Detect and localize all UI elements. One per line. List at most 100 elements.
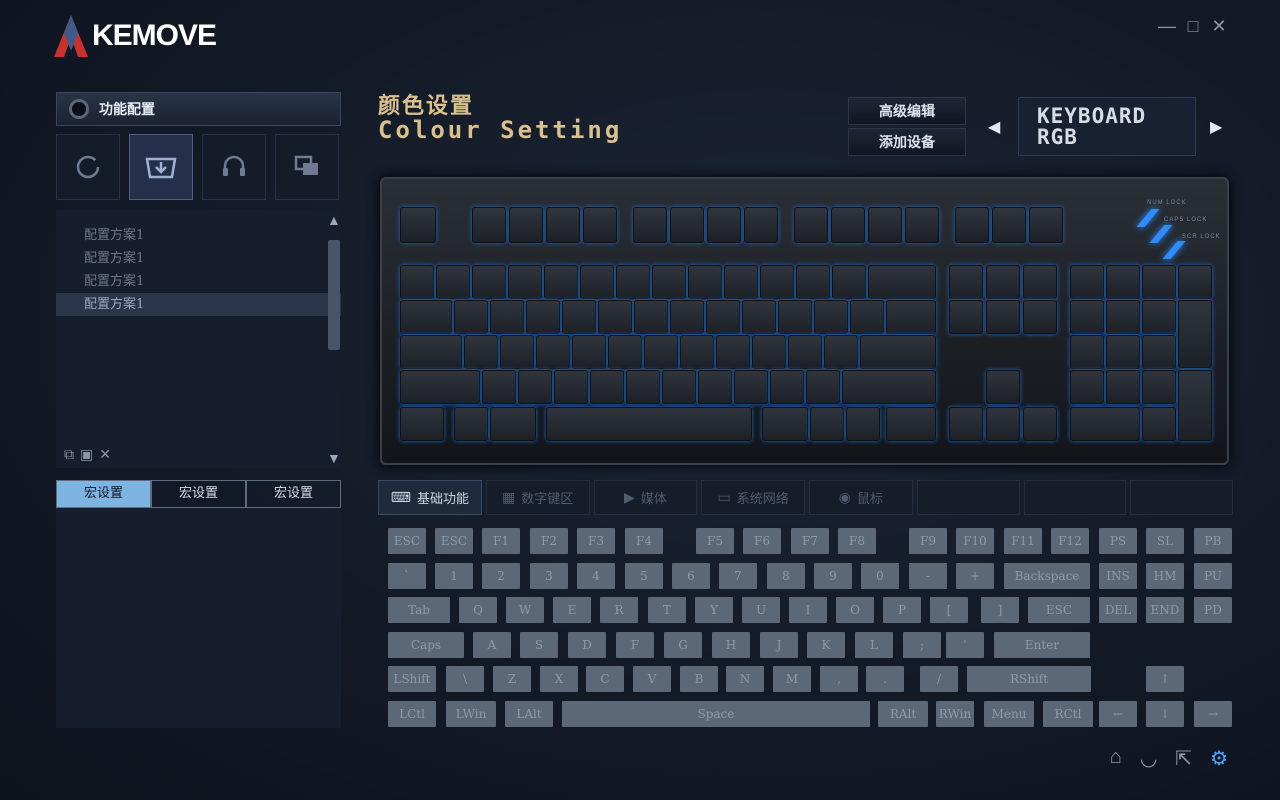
- vkey[interactable]: \: [446, 666, 484, 692]
- device-prev-icon[interactable]: ◀: [988, 117, 1000, 137]
- profile-item[interactable]: 配置方案1: [56, 270, 341, 293]
- vkey[interactable]: -: [909, 563, 947, 589]
- macro-tab-3[interactable]: 宏设置: [246, 480, 341, 508]
- vkey[interactable]: 0: [861, 563, 899, 589]
- vkey[interactable]: P: [883, 597, 921, 623]
- vkey[interactable]: X: [540, 666, 578, 692]
- profile-item[interactable]: 配置方案1: [56, 224, 341, 247]
- external-link-icon[interactable]: ⇱: [1175, 746, 1192, 771]
- vkey[interactable]: O: [836, 597, 874, 623]
- vkey[interactable]: 5: [625, 563, 663, 589]
- vkey[interactable]: M: [773, 666, 811, 692]
- vkey[interactable]: RCtl: [1043, 701, 1093, 727]
- vkey[interactable]: `: [388, 563, 426, 589]
- vkey[interactable]: ↑: [1146, 666, 1184, 692]
- vkey[interactable]: W: [506, 597, 544, 623]
- vkey[interactable]: [: [930, 597, 968, 623]
- vkey[interactable]: ESC: [388, 528, 426, 554]
- home-icon[interactable]: ⌂: [1110, 746, 1122, 771]
- vkey[interactable]: SL: [1146, 528, 1184, 554]
- save-icon[interactable]: ▣: [80, 446, 93, 463]
- vkey[interactable]: D: [568, 632, 606, 658]
- vkey[interactable]: PS: [1099, 528, 1137, 554]
- vkey[interactable]: F12: [1051, 528, 1089, 554]
- import-icon[interactable]: ⧉: [64, 446, 74, 463]
- gear-icon[interactable]: ⚙: [1210, 746, 1228, 771]
- vkey[interactable]: ←: [1099, 701, 1137, 727]
- tab-system[interactable]: ▭ 系统网络: [701, 480, 805, 515]
- vkey[interactable]: LAlt: [505, 701, 553, 727]
- vkey[interactable]: 4: [577, 563, 615, 589]
- tab-numpad[interactable]: ▦ 数字键区: [485, 480, 590, 515]
- vkey[interactable]: +: [956, 563, 994, 589]
- vkey[interactable]: LCtl: [388, 701, 436, 727]
- mode-button-multiwindow[interactable]: [275, 134, 339, 200]
- vkey[interactable]: K: [807, 632, 845, 658]
- vkey[interactable]: F: [616, 632, 654, 658]
- vkey[interactable]: G: [664, 632, 702, 658]
- vkey[interactable]: A: [473, 632, 511, 658]
- vkey[interactable]: Caps: [388, 632, 464, 658]
- vkey[interactable]: F8: [838, 528, 876, 554]
- vkey[interactable]: Menu: [984, 701, 1034, 727]
- delete-icon[interactable]: ✕: [99, 446, 111, 463]
- minimize-icon[interactable]: —: [1158, 16, 1176, 37]
- vkey[interactable]: DEL: [1099, 597, 1137, 623]
- vkey[interactable]: F7: [791, 528, 829, 554]
- vkey[interactable]: Z: [493, 666, 531, 692]
- vkey[interactable]: N: [726, 666, 764, 692]
- vkey[interactable]: Enter: [994, 632, 1090, 658]
- vkey[interactable]: E: [553, 597, 591, 623]
- headset-icon[interactable]: ◡: [1140, 746, 1157, 771]
- advanced-edit-button[interactable]: 高级编辑: [848, 97, 966, 125]
- vkey[interactable]: ;: [903, 632, 941, 658]
- add-device-button[interactable]: 添加设备: [848, 128, 966, 156]
- vkey[interactable]: R: [600, 597, 638, 623]
- mode-button-headset[interactable]: [202, 134, 266, 200]
- maximize-icon[interactable]: □: [1184, 16, 1202, 37]
- vkey[interactable]: F11: [1004, 528, 1042, 554]
- vkey[interactable]: 7: [719, 563, 757, 589]
- vkey[interactable]: INS: [1099, 563, 1137, 589]
- vkey[interactable]: Y: [695, 597, 733, 623]
- macro-tab-2[interactable]: 宏设置: [151, 480, 246, 508]
- vkey[interactable]: PB: [1194, 528, 1232, 554]
- vkey[interactable]: 2: [482, 563, 520, 589]
- vkey[interactable]: I: [789, 597, 827, 623]
- vkey[interactable]: 1: [435, 563, 473, 589]
- vkey[interactable]: PD: [1194, 597, 1232, 623]
- vkey[interactable]: .: [866, 666, 904, 692]
- vkey[interactable]: C: [586, 666, 624, 692]
- vkey[interactable]: RAlt: [878, 701, 928, 727]
- vkey[interactable]: 6: [672, 563, 710, 589]
- vkey[interactable]: Backspace: [1004, 563, 1090, 589]
- vkey[interactable]: ESC: [1028, 597, 1090, 623]
- vkey[interactable]: U: [742, 597, 780, 623]
- vkey[interactable]: F9: [909, 528, 947, 554]
- scroll-down-icon[interactable]: ▼: [327, 450, 341, 466]
- vkey[interactable]: ]: [981, 597, 1019, 623]
- vkey[interactable]: T: [648, 597, 686, 623]
- vkey[interactable]: F3: [577, 528, 615, 554]
- vkey[interactable]: LShift: [388, 666, 436, 692]
- vkey[interactable]: F2: [530, 528, 568, 554]
- vkey[interactable]: Q: [459, 597, 497, 623]
- vkey[interactable]: Tab: [388, 597, 450, 623]
- vkey[interactable]: END: [1146, 597, 1184, 623]
- profile-item-selected[interactable]: 配置方案1: [56, 293, 341, 316]
- vkey[interactable]: LWin: [446, 701, 496, 727]
- vkey[interactable]: RShift: [967, 666, 1091, 692]
- vkey[interactable]: RWin: [936, 701, 974, 727]
- vkey[interactable]: B: [680, 666, 718, 692]
- mode-button-lighting[interactable]: [56, 134, 120, 200]
- vkey[interactable]: F1: [482, 528, 520, 554]
- tab-basic[interactable]: ⌨ 基础功能: [378, 480, 482, 515]
- macro-tab-1[interactable]: 宏设置: [56, 480, 151, 508]
- vkey[interactable]: 8: [767, 563, 805, 589]
- vkey[interactable]: F6: [743, 528, 781, 554]
- vkey[interactable]: J: [760, 632, 798, 658]
- vkey[interactable]: PU: [1194, 563, 1232, 589]
- vkey[interactable]: F5: [696, 528, 734, 554]
- vkey[interactable]: ↓: [1146, 701, 1184, 727]
- vkey[interactable]: /: [920, 666, 958, 692]
